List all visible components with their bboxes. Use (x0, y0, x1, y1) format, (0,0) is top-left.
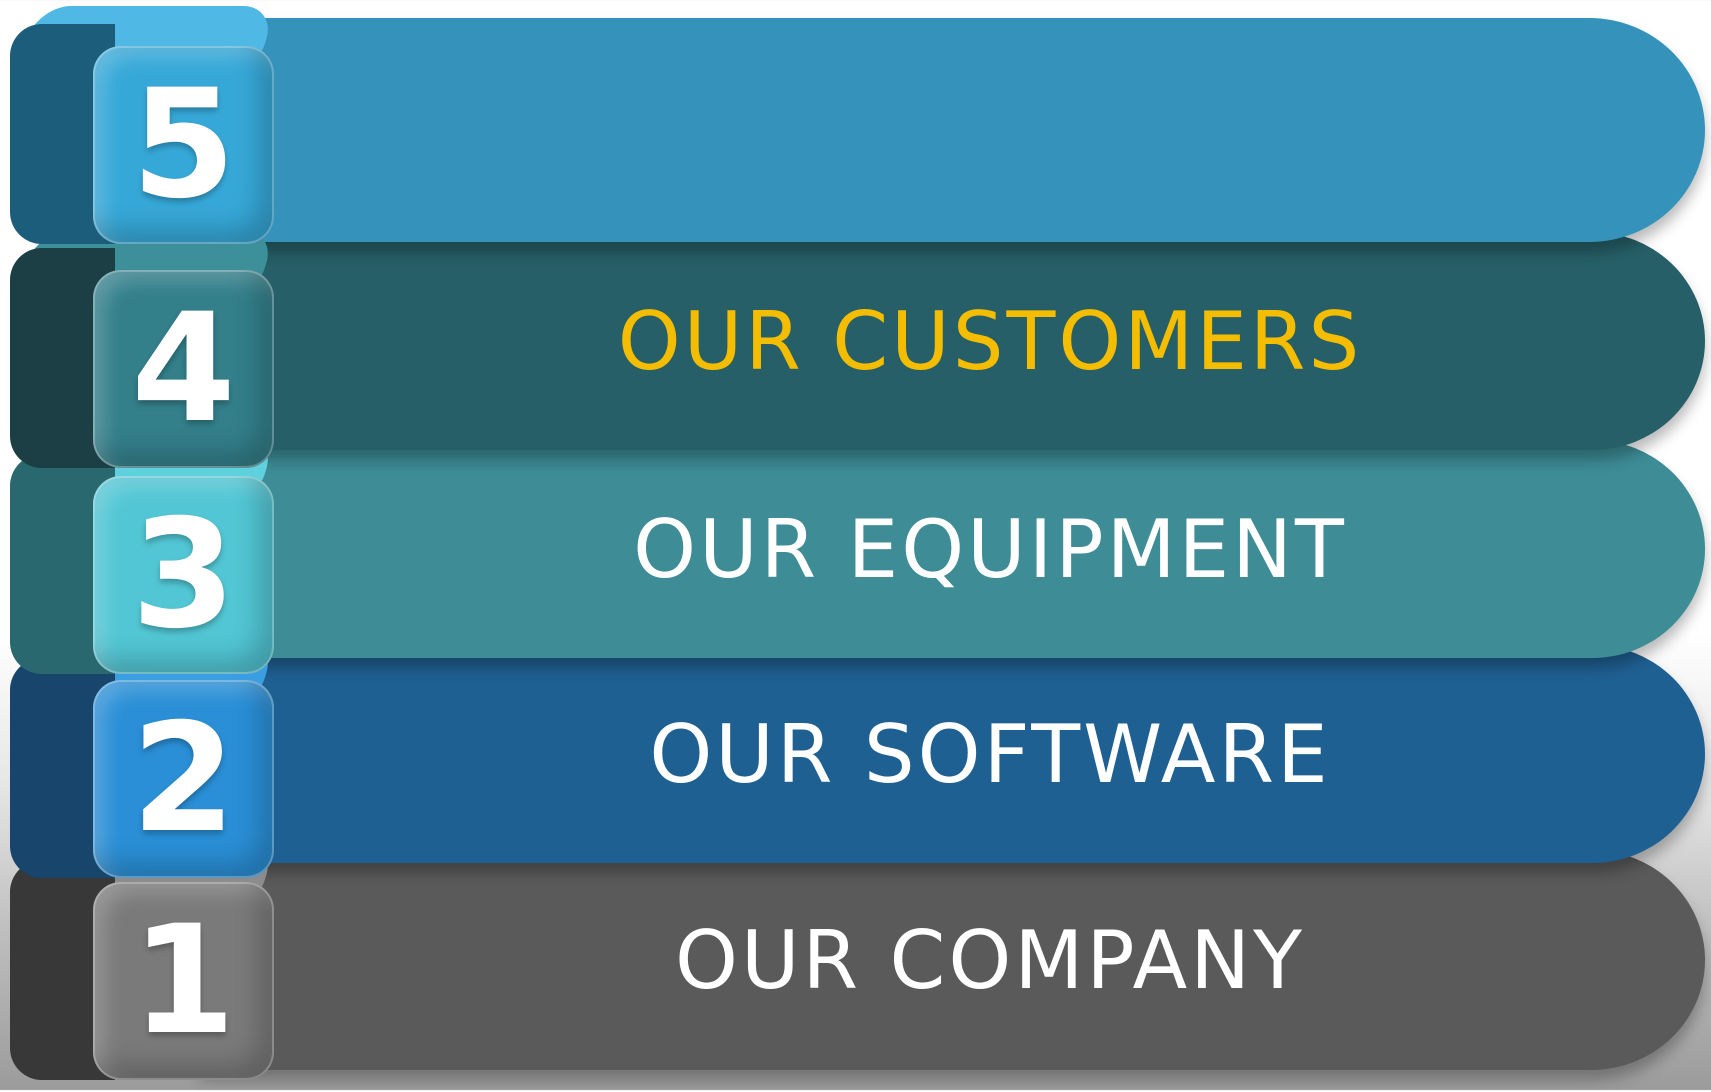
level-3-cube-face: 3 (93, 476, 274, 674)
level-4-number: 4 (131, 282, 236, 456)
level-1-label: OUR COMPANY (675, 913, 1305, 1007)
level-1-cube-face: 1 (93, 882, 274, 1080)
level-2-label: OUR SOFTWARE (649, 707, 1331, 801)
level-5-cube: 5 (10, 6, 278, 256)
level-4-cube-face: 4 (93, 270, 274, 468)
level-4-band: OUR CUSTOMERS (200, 232, 1705, 450)
level-4-cube: 4 (10, 230, 278, 480)
level-5-band (200, 18, 1705, 242)
level-1-number: 1 (131, 894, 236, 1068)
level-2-cube-face: 2 (93, 680, 274, 878)
level-2-number: 2 (131, 692, 236, 866)
level-3-number: 3 (131, 488, 236, 662)
level-3-band: OUR EQUIPMENT (200, 440, 1705, 658)
level-4-label: OUR CUSTOMERS (617, 294, 1363, 388)
level-1-band: OUR COMPANY (200, 850, 1705, 1070)
level-3-label: OUR EQUIPMENT (633, 502, 1347, 596)
level-5-cube-face: 5 (93, 46, 274, 244)
level-2-band: OUR SOFTWARE (200, 645, 1705, 863)
level-5-number: 5 (131, 58, 236, 232)
